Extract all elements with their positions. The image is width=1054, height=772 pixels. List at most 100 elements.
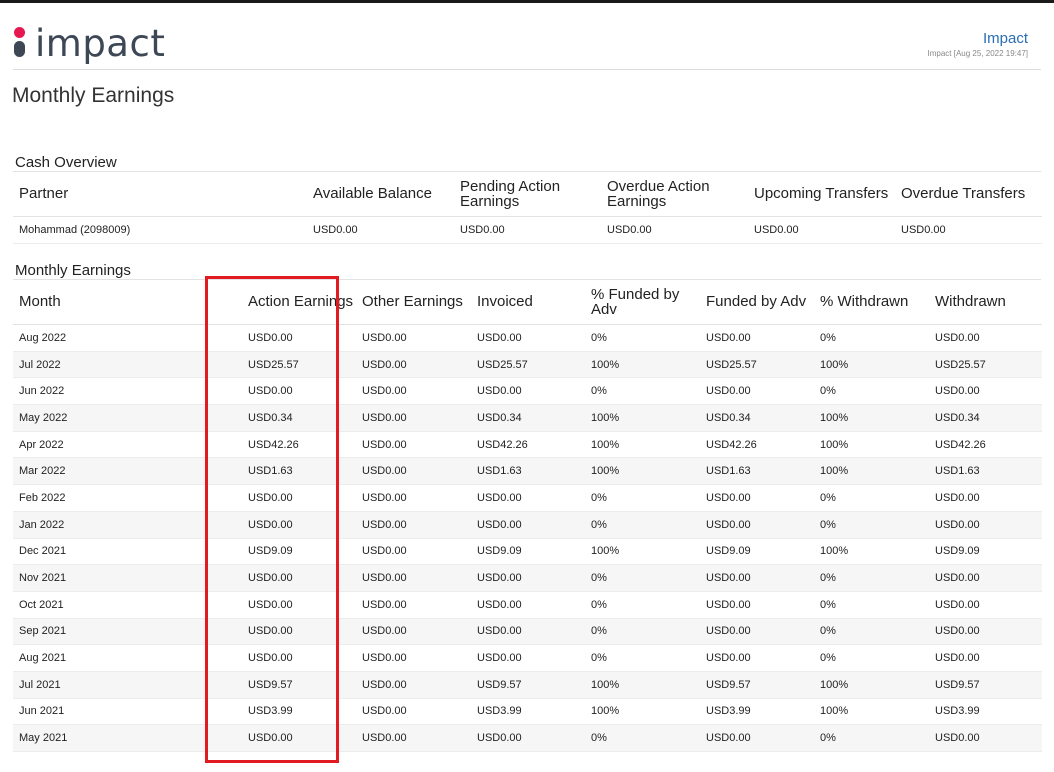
monthly-cell-funded-by-adv: USD3.99 [700,698,814,726]
monthly-cell-other-earnings: USD0.00 [356,591,471,619]
table-row: May 2022 USD0.34 USD0.00 USD0.34 100% USD0.34… [13,404,1042,432]
monthly-cell-pct-withdrawn: 100% [814,538,929,566]
monthly-cell-other-earnings: USD0.00 [356,377,471,406]
cash-cell-pending-action-earnings: USD0.00 [454,216,601,244]
monthly-cell-withdrawn: USD0.00 [929,618,1042,646]
cash-col-upcoming-transfers: Upcoming Transfers [748,171,895,217]
cash-overview-body: Mohammad (2098009) USD0.00 USD0.00 USD0.00 U… [13,216,1042,244]
monthly-cell-withdrawn: USD3.99 [929,698,1042,726]
monthly-col-withdrawn: Withdrawn [929,279,1042,325]
brand-link[interactable]: Impact [983,30,1028,47]
monthly-earnings-body: Aug 2022 USD0.00 USD0.00 USD0.00 0% USD0.00 0%… [13,324,1042,752]
monthly-cell-action-earnings: USD0.00 [242,377,356,406]
monthly-cell-action-earnings: USD42.26 [242,431,356,459]
monthly-cell-funded-by-adv: USD0.00 [700,564,814,592]
monthly-cell-pct-withdrawn: 0% [814,618,929,646]
monthly-cell-invoiced: USD0.00 [471,511,585,539]
monthly-cell-other-earnings: USD0.00 [356,671,471,699]
monthly-cell-pct-funded-by-adv: 0% [585,564,700,592]
monthly-cell-invoiced: USD0.00 [471,564,585,592]
monthly-cell-invoiced: USD0.00 [471,377,585,406]
monthly-cell-other-earnings: USD0.00 [356,618,471,646]
cash-cell-overdue-action-earnings: USD0.00 [601,216,748,244]
monthly-cell-withdrawn: USD42.26 [929,431,1042,459]
cash-col-overdue-action-earnings: Overdue Action Earnings [601,171,748,217]
monthly-cell-funded-by-adv: USD0.00 [700,591,814,619]
monthly-cell-funded-by-adv: USD0.00 [700,644,814,672]
table-row: Jul 2022 USD25.57 USD0.00 USD25.57 100% USD25… [13,351,1042,379]
monthly-cell-invoiced: USD0.00 [471,591,585,619]
cash-cell-upcoming-transfers: USD0.00 [748,216,895,244]
cash-col-partner: Partner [13,171,307,217]
monthly-cell-funded-by-adv: USD0.34 [700,404,814,432]
monthly-col-month: Month [13,279,242,325]
monthly-cell-withdrawn: USD0.00 [929,377,1042,406]
monthly-cell-month: Mar 2022 [13,457,242,486]
monthly-cell-invoiced: USD3.99 [471,698,585,726]
monthly-cell-other-earnings: USD0.00 [356,457,471,486]
monthly-cell-pct-withdrawn: 100% [814,457,929,486]
monthly-cell-invoiced: USD0.34 [471,404,585,432]
monthly-cell-month: Feb 2022 [13,484,242,512]
table-row: Jul 2021 USD9.57 USD0.00 USD9.57 100% USD9.57… [13,671,1042,699]
top-bar [0,0,1054,3]
monthly-cell-month: Apr 2022 [13,431,242,459]
logo-dot-icon [14,27,25,38]
monthly-cell-month: Dec 2021 [13,538,242,566]
monthly-cell-action-earnings: USD9.57 [242,671,356,699]
cash-overview-header-row: Partner Available Balance Pending Action E… [13,171,1042,217]
table-row: Sep 2021 USD0.00 USD0.00 USD0.00 0% USD0.00 0%… [13,618,1042,646]
table-row: Aug 2022 USD0.00 USD0.00 USD0.00 0% USD0.00 0%… [13,324,1042,352]
monthly-earnings-header-row: Month Action Earnings Other Earnings Invoic… [13,279,1042,325]
monthly-cell-pct-withdrawn: 0% [814,564,929,592]
monthly-cell-month: May 2022 [13,404,242,432]
impact-logo[interactable]: impact [13,22,183,68]
monthly-cell-month: Jul 2021 [13,671,242,699]
monthly-cell-pct-funded-by-adv: 100% [585,538,700,566]
monthly-cell-invoiced: USD0.00 [471,484,585,512]
header-divider [13,69,1041,70]
monthly-cell-month: Aug 2021 [13,644,242,672]
logo-wordmark: impact [35,22,166,65]
monthly-cell-withdrawn: USD9.57 [929,671,1042,699]
monthly-cell-pct-withdrawn: 0% [814,324,929,352]
monthly-cell-pct-funded-by-adv: 100% [585,457,700,486]
monthly-cell-pct-funded-by-adv: 100% [585,698,700,726]
monthly-cell-action-earnings: USD0.00 [242,724,356,752]
monthly-cell-month: Sep 2021 [13,618,242,646]
monthly-cell-other-earnings: USD0.00 [356,351,471,379]
table-row: Mohammad (2098009) USD0.00 USD0.00 USD0.00 U… [13,216,1042,244]
monthly-cell-funded-by-adv: USD0.00 [700,511,814,539]
monthly-cell-month: Jan 2022 [13,511,242,539]
monthly-cell-month: Jul 2022 [13,351,242,379]
monthly-cell-funded-by-adv: USD0.00 [700,724,814,752]
monthly-cell-pct-funded-by-adv: 0% [585,724,700,752]
monthly-cell-invoiced: USD0.00 [471,324,585,352]
monthly-cell-withdrawn: USD0.00 [929,724,1042,752]
monthly-cell-month: May 2021 [13,724,242,752]
table-row: Feb 2022 USD0.00 USD0.00 USD0.00 0% USD0.00 0%… [13,484,1042,512]
monthly-cell-month: Jun 2022 [13,377,242,406]
monthly-cell-withdrawn: USD9.09 [929,538,1042,566]
cash-col-overdue-transfers: Overdue Transfers [895,171,1042,217]
table-row: Jan 2022 USD0.00 USD0.00 USD0.00 0% USD0.00 0%… [13,511,1042,539]
monthly-cell-funded-by-adv: USD0.00 [700,324,814,352]
monthly-earnings-title: Monthly Earnings [15,262,131,279]
monthly-cell-action-earnings: USD0.00 [242,511,356,539]
monthly-cell-pct-funded-by-adv: 0% [585,324,700,352]
monthly-col-pct-funded-by-adv: % Funded by Adv [585,279,700,325]
monthly-cell-withdrawn: USD25.57 [929,351,1042,379]
logo-stem-icon [14,41,25,57]
monthly-cell-pct-funded-by-adv: 100% [585,351,700,379]
monthly-cell-withdrawn: USD0.00 [929,511,1042,539]
monthly-cell-funded-by-adv: USD9.09 [700,538,814,566]
monthly-cell-withdrawn: USD0.00 [929,484,1042,512]
monthly-cell-pct-withdrawn: 0% [814,511,929,539]
monthly-cell-invoiced: USD0.00 [471,724,585,752]
cash-cell-available-balance: USD0.00 [307,216,454,244]
monthly-cell-other-earnings: USD0.00 [356,724,471,752]
monthly-cell-month: Oct 2021 [13,591,242,619]
monthly-cell-other-earnings: USD0.00 [356,484,471,512]
monthly-cell-pct-withdrawn: 0% [814,484,929,512]
monthly-cell-pct-withdrawn: 0% [814,724,929,752]
